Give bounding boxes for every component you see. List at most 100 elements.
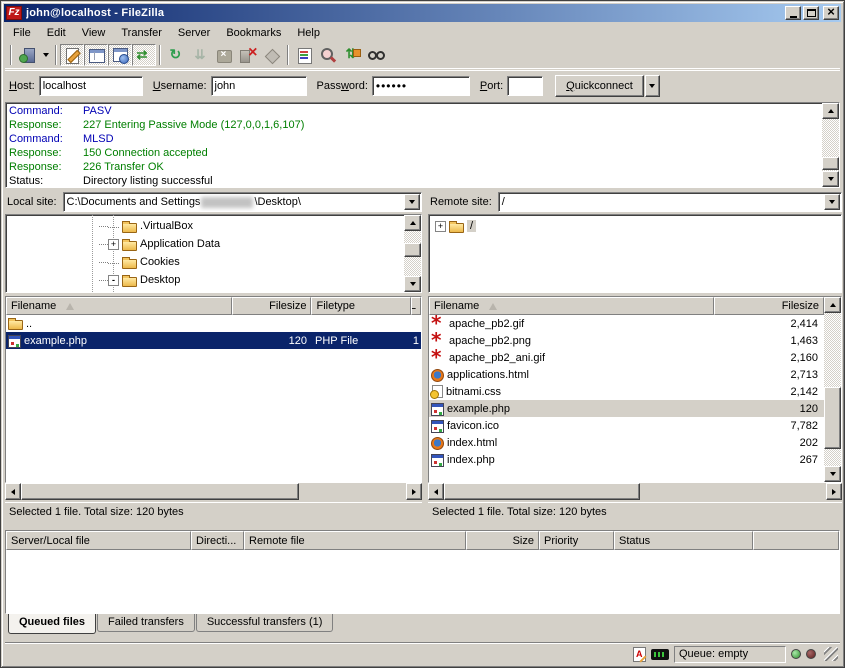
file-row[interactable]: apache_pb2.gif 2,414 (429, 315, 824, 332)
file-row[interactable]: index.html 202 (429, 434, 824, 451)
scroll-left-button[interactable] (5, 483, 21, 500)
encryption-indicator-icon[interactable] (651, 649, 669, 660)
toggle-remote-tree-button[interactable] (108, 44, 132, 66)
tree-item[interactable]: Desktop (6, 271, 404, 289)
remote-list-hscrollbar[interactable] (428, 483, 842, 500)
remote-site-combobox[interactable]: / (498, 192, 842, 212)
menu-item[interactable]: Help (289, 25, 328, 41)
column-header-filesize[interactable]: Filesize (232, 297, 312, 315)
tree-item[interactable]: Cookies (6, 253, 404, 271)
column-header-server-local-file[interactable]: Server/Local file (6, 531, 191, 550)
data-type-indicator-icon[interactable] (633, 647, 646, 662)
column-header-filesize[interactable]: Filesize (714, 297, 824, 315)
scroll-down-button[interactable] (404, 276, 421, 292)
column-header-status[interactable]: Status (614, 531, 753, 550)
queue-tab[interactable]: Failed transfers (97, 614, 195, 632)
password-input[interactable]: •••••• (372, 76, 470, 96)
scroll-thumb[interactable] (21, 483, 299, 500)
log-scrollbar[interactable] (822, 103, 839, 187)
username-input[interactable]: john (211, 76, 307, 96)
filter-button[interactable] (292, 44, 316, 66)
menu-item[interactable]: View (74, 25, 114, 41)
toggle-message-log-button[interactable] (60, 44, 84, 66)
scroll-left-button[interactable] (428, 483, 444, 500)
tree-expander[interactable] (108, 257, 119, 268)
tree-item[interactable]: Application Data (6, 235, 404, 253)
scroll-right-button[interactable] (406, 483, 422, 500)
tree-expander[interactable] (108, 275, 119, 286)
scroll-up-button[interactable] (822, 103, 839, 119)
scroll-down-button[interactable] (824, 466, 841, 482)
remote-list-scrollbar[interactable] (824, 297, 841, 482)
remote-site-dropdown[interactable] (824, 194, 840, 210)
file-row[interactable]: apache_pb2_ani.gif 2,160 (429, 349, 824, 366)
column-header-remote-file[interactable]: Remote file (244, 531, 466, 550)
scroll-right-button[interactable] (826, 483, 842, 500)
file-row[interactable]: example.php 120 PHP File 1 (6, 332, 421, 349)
process-queue-button[interactable] (188, 44, 212, 66)
menu-item[interactable]: Transfer (113, 25, 170, 41)
file-row[interactable]: index.php 267 (429, 451, 824, 468)
scroll-thumb[interactable] (404, 243, 421, 257)
quickconnect-button[interactable]: Quickconnect (555, 75, 644, 97)
column-header-filename[interactable]: Filename (429, 297, 714, 315)
disconnect-button[interactable] (236, 44, 260, 66)
toggle-local-tree-button[interactable] (84, 44, 108, 66)
tree-expander[interactable] (108, 221, 119, 232)
column-header-lastmodified[interactable]: L (411, 297, 421, 315)
scroll-thumb[interactable] (822, 157, 839, 170)
site-manager-dropdown[interactable] (39, 44, 52, 66)
refresh-button[interactable] (164, 44, 188, 66)
resize-grip[interactable] (824, 647, 838, 661)
port-input[interactable] (507, 76, 543, 96)
file-row[interactable]: example.php 120 (429, 400, 824, 417)
file-row[interactable]: favicon.ico 7,782 (429, 417, 824, 434)
folder-icon (8, 320, 23, 330)
site-manager-button[interactable] (15, 44, 39, 66)
chevron-down-icon (649, 84, 655, 88)
menu-item[interactable]: Bookmarks (218, 25, 289, 41)
scroll-down-button[interactable] (822, 171, 839, 187)
file-row[interactable]: applications.html 2,713 (429, 366, 824, 383)
column-header-filetype[interactable]: Filetype (311, 297, 411, 315)
toggle-transfer-queue-button[interactable] (132, 44, 156, 66)
directory-comparison-button[interactable] (316, 44, 340, 66)
find-files-button[interactable] (364, 44, 388, 66)
scroll-thumb[interactable] (824, 387, 841, 449)
tree-expander[interactable] (435, 221, 446, 232)
column-header-direction[interactable]: Directi... (191, 531, 244, 550)
menu-item[interactable]: File (5, 25, 39, 41)
maximize-button[interactable] (803, 6, 819, 20)
file-row[interactable]: .. (6, 315, 421, 332)
tree-item[interactable]: / (429, 217, 841, 235)
tree-expander[interactable] (108, 239, 119, 250)
host-input[interactable]: localhost (39, 76, 143, 96)
minimize-button[interactable] (785, 6, 801, 20)
log-lines[interactable]: Command:PASV Response:227 Entering Passi… (6, 103, 822, 187)
close-button[interactable] (823, 6, 839, 20)
titlebar[interactable]: Fz john@localhost - FileZilla (4, 4, 841, 22)
file-row[interactable]: bitnami.css 2,142 (429, 383, 824, 400)
menu-item[interactable]: Server (170, 25, 218, 41)
reconnect-button[interactable] (260, 44, 284, 66)
local-list-hscrollbar[interactable] (5, 483, 422, 500)
column-header-filename[interactable]: Filename (6, 297, 232, 315)
scroll-up-button[interactable] (404, 215, 421, 231)
queue-tab[interactable]: Successful transfers (1) (196, 614, 334, 632)
cancel-operation-button[interactable] (212, 44, 236, 66)
column-header-size[interactable]: Size (466, 531, 539, 550)
queue-tab[interactable]: Queued files (8, 614, 96, 634)
scroll-thumb[interactable] (444, 483, 640, 500)
column-header-priority[interactable]: Priority (539, 531, 614, 550)
local-tree-scrollbar[interactable] (404, 215, 421, 292)
menu-item[interactable]: Edit (39, 25, 74, 41)
quickconnect-dropdown[interactable] (645, 75, 660, 97)
tree-item[interactable]: .VirtualBox (6, 217, 404, 235)
queue-body[interactable] (6, 550, 839, 613)
synchronized-browsing-button[interactable] (340, 44, 364, 66)
local-site-dropdown[interactable] (404, 194, 420, 210)
file-row[interactable]: apache_pb2.png 1,463 (429, 332, 824, 349)
scroll-up-button[interactable] (824, 297, 841, 313)
local-site-combobox[interactable]: C:\Documents and Settings\Desktop\ (63, 192, 422, 212)
transfer-queue: Server/Local file Directi... Remote file… (5, 530, 840, 614)
